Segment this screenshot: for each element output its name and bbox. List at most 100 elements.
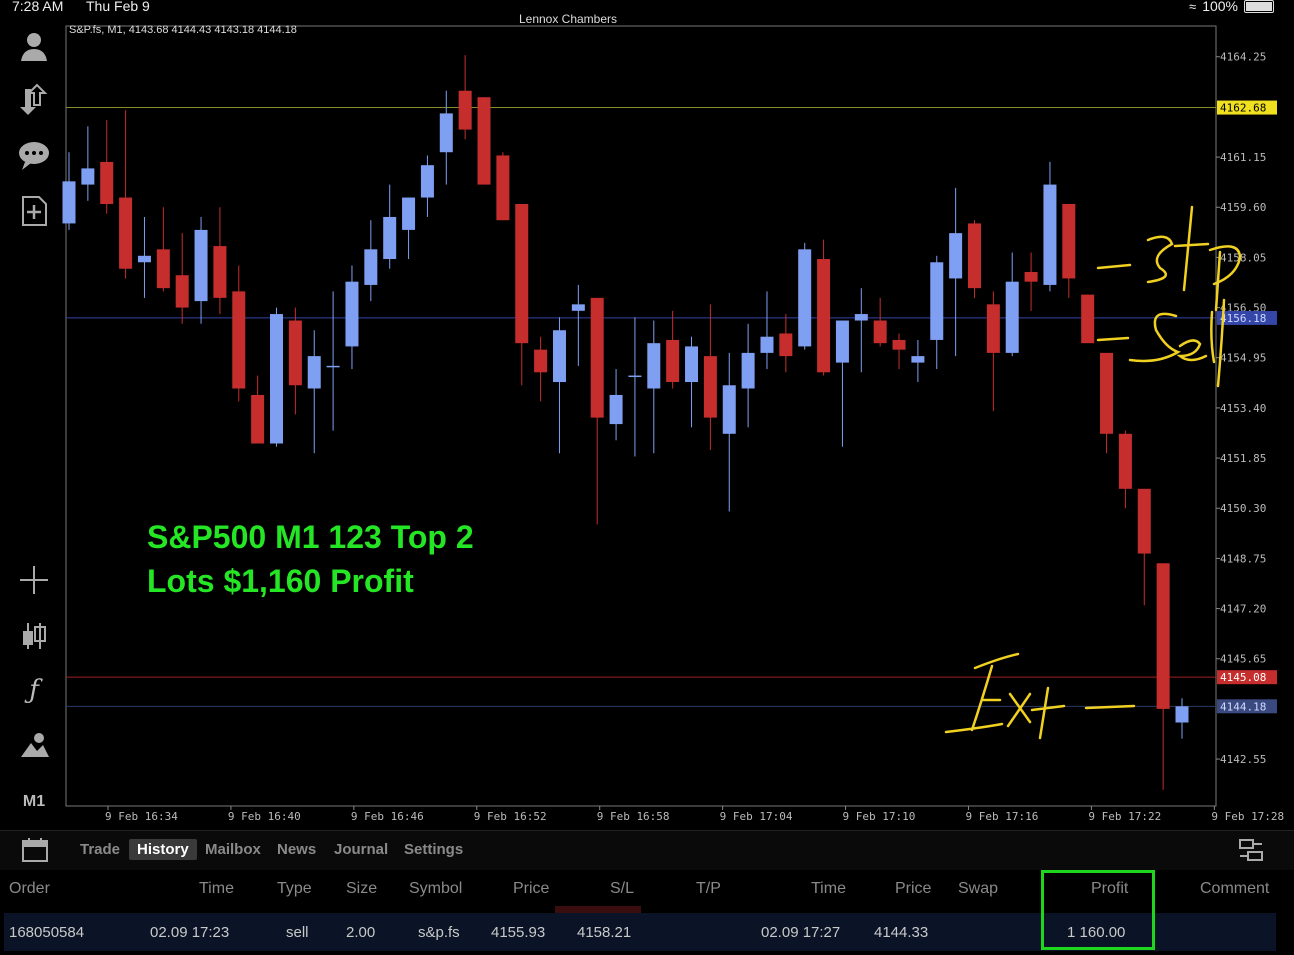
candle-body — [1175, 706, 1189, 723]
price-line-label: 4156.18 — [1220, 312, 1266, 325]
candle-body — [534, 349, 548, 373]
overlay-line-2: Lots $1,160 Profit — [147, 563, 414, 599]
y-tick-label: 4159.60 — [1220, 201, 1266, 214]
y-tick-label: 4150.30 — [1220, 502, 1266, 515]
col-symbol[interactable]: Symbol — [409, 880, 462, 898]
col-swap[interactable]: Swap — [958, 880, 998, 898]
candle-body — [628, 375, 642, 378]
col-size[interactable]: Size — [346, 880, 377, 898]
candle-body — [666, 339, 680, 383]
candle-body — [911, 356, 925, 363]
tab-mailbox[interactable]: Mailbox — [205, 841, 261, 858]
new-document-icon[interactable] — [14, 191, 54, 231]
chart-area[interactable]: 4164.25 4161.15 4159.60 4158.05 4156.50 4154.… — [0, 0, 1294, 830]
candle-body — [402, 197, 416, 230]
x-tick-label: 9 Feb 17:10 — [843, 810, 916, 823]
calendar-icon[interactable] — [18, 835, 52, 865]
candle-body — [930, 262, 944, 340]
y-tick-label: 4147.20 — [1220, 603, 1266, 616]
candle-body — [854, 314, 868, 321]
candle-body — [647, 343, 661, 389]
col-sl[interactable]: S/L — [610, 880, 634, 898]
candle-body — [270, 314, 284, 444]
col-open-time[interactable]: Time — [199, 880, 234, 898]
candle-body — [609, 394, 623, 425]
candle-body — [137, 255, 151, 263]
candle-body — [1156, 563, 1170, 709]
indicator-icon[interactable]: ƒ — [14, 670, 54, 710]
candle-body — [703, 356, 717, 418]
col-open-price[interactable]: Price — [513, 880, 549, 898]
candle-body — [1118, 433, 1132, 489]
candle-body — [798, 249, 812, 347]
col-close-time[interactable]: Time — [811, 880, 846, 898]
timeframe-button[interactable]: M1 — [14, 782, 54, 822]
candle-body — [779, 333, 793, 357]
col-tp[interactable]: T/P — [696, 880, 721, 898]
tab-settings[interactable]: Settings — [404, 841, 463, 858]
candle-body — [986, 304, 1000, 353]
candle-body — [590, 297, 604, 418]
col-comment[interactable]: Comment — [1200, 880, 1269, 898]
col-type[interactable]: Type — [277, 880, 312, 898]
price-chart[interactable]: 4164.254161.154159.604158.054156.504154.… — [0, 0, 1294, 830]
price-line-label: 4144.18 — [1220, 700, 1266, 713]
candle-body — [288, 320, 302, 386]
objects-icon[interactable] — [14, 726, 54, 766]
layout-toggle-icon[interactable] — [1234, 835, 1268, 865]
candle-body — [251, 394, 265, 444]
crosshair-icon[interactable] — [14, 560, 54, 600]
x-tick-label: 9 Feb 16:46 — [351, 810, 424, 823]
overlay-line-1: S&P500 M1 123 Top 2 — [147, 519, 474, 555]
x-tick-label: 9 Feb 17:28 — [1211, 810, 1284, 823]
cell-close-time: 02.09 17:27 — [761, 924, 841, 941]
candle-body — [156, 249, 170, 289]
candle-body — [175, 275, 189, 308]
chat-icon[interactable] — [14, 135, 54, 175]
candle-body — [326, 365, 340, 368]
cell-size: 2.00 — [346, 924, 376, 941]
candle-body — [1043, 184, 1057, 285]
left-toolbar: ƒ M1 — [0, 26, 66, 826]
y-tick-label: 4153.40 — [1220, 402, 1266, 415]
candle-body — [477, 97, 491, 185]
cell-open-price: 4155.93 — [491, 924, 546, 941]
y-tick-label: 4148.75 — [1220, 552, 1266, 565]
cell-close-price: 4144.33 — [874, 924, 929, 941]
x-tick-label: 9 Feb 16:52 — [474, 810, 547, 823]
candle-body — [458, 90, 472, 130]
tab-journal[interactable]: Journal — [334, 841, 388, 858]
y-tick-label: 4158.05 — [1220, 251, 1266, 264]
candle-body — [835, 320, 849, 363]
candlestick-icon[interactable] — [14, 616, 54, 656]
candle-body — [1081, 294, 1095, 344]
tab-trade[interactable]: Trade — [80, 841, 120, 858]
candle-body — [949, 233, 963, 279]
candle-body — [515, 204, 529, 344]
deposit-icon[interactable] — [14, 80, 54, 120]
y-tick-label: 4154.95 — [1220, 352, 1266, 365]
tab-news[interactable]: News — [277, 841, 316, 858]
candle-body — [685, 346, 699, 383]
x-tick-label: 9 Feb 16:40 — [228, 810, 301, 823]
cell-symbol: s&p.fs — [418, 924, 460, 941]
col-order[interactable]: Order — [9, 880, 50, 898]
candle-body — [194, 229, 208, 302]
account-icon[interactable] — [14, 26, 54, 66]
y-tick-label: 4161.15 — [1220, 151, 1266, 164]
candle-body — [119, 197, 133, 269]
candle-body — [496, 155, 510, 221]
cell-order: 168050584 — [9, 924, 85, 941]
cell-open-time: 02.09 17:23 — [150, 924, 230, 941]
x-tick-label: 9 Feb 16:34 — [105, 810, 178, 823]
price-line-label: 4145.08 — [1220, 671, 1266, 684]
cell-sl: 4158.21 — [577, 924, 632, 941]
candle-body — [967, 223, 981, 289]
tab-history[interactable]: History — [129, 839, 197, 860]
y-axis-ticks: 4164.254161.154159.604158.054156.504154.… — [1216, 51, 1266, 766]
candle-body — [1100, 352, 1114, 434]
x-tick-label: 9 Feb 17:04 — [720, 810, 793, 823]
col-close-price[interactable]: Price — [895, 880, 931, 898]
price-line-label: 4162.68 — [1220, 102, 1266, 115]
sl-column-marker — [555, 906, 641, 913]
